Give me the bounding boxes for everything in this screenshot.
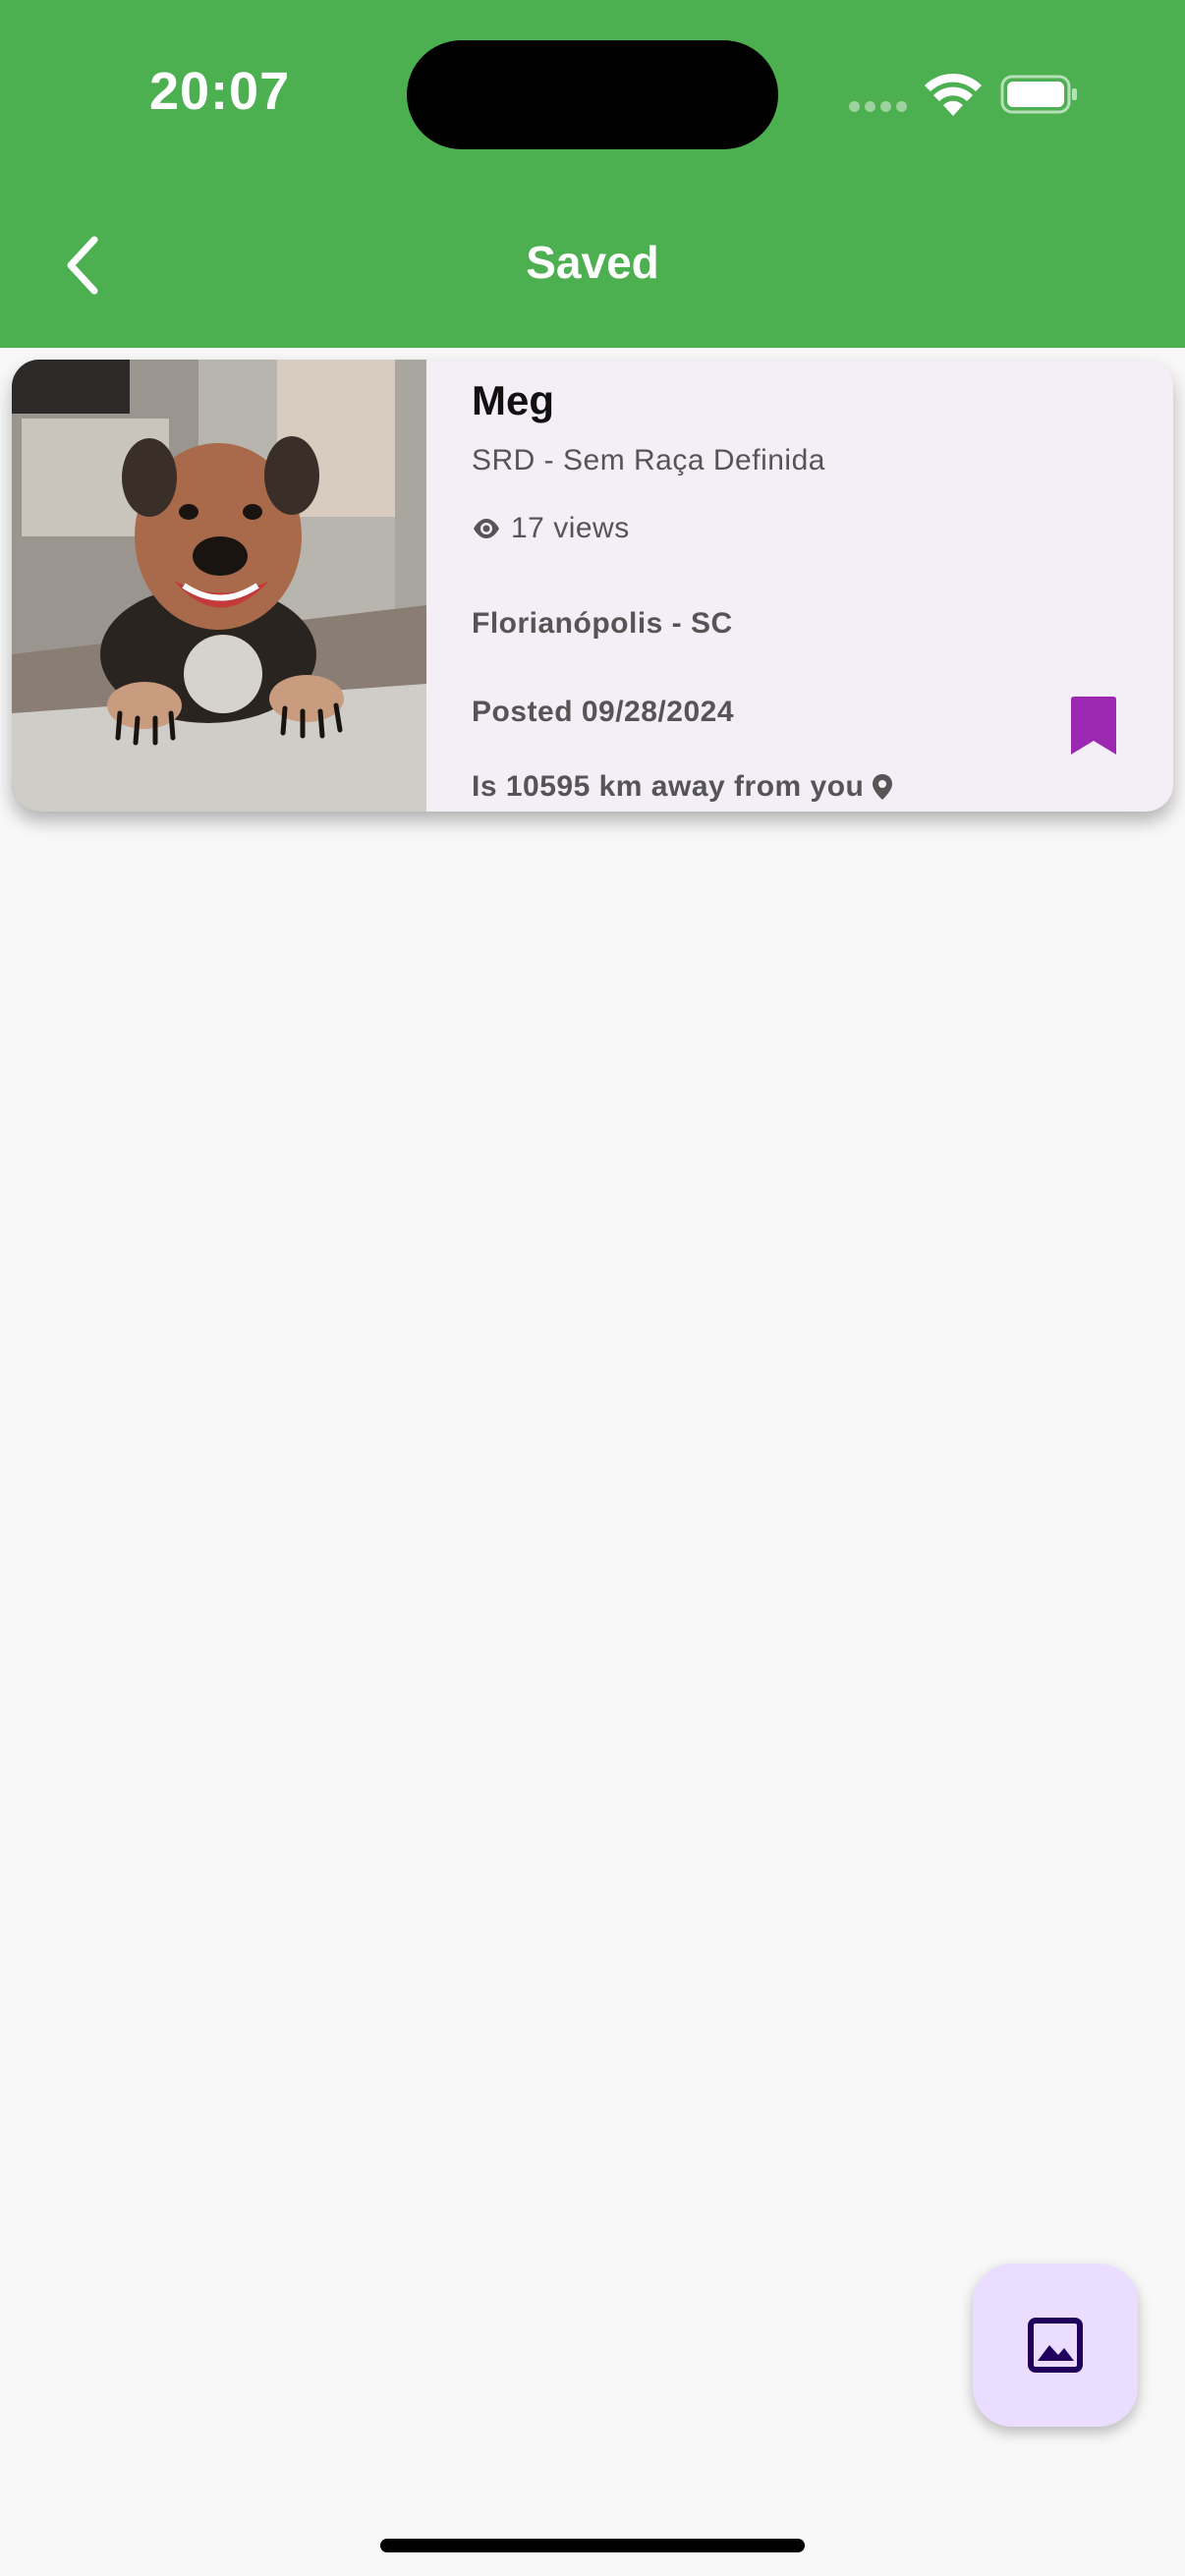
app-header: 20:07 Saved bbox=[0, 0, 1185, 348]
pet-photo bbox=[12, 360, 426, 812]
bookmark-button[interactable] bbox=[1055, 688, 1132, 764]
pet-info: Meg SRD - Sem Raça Definida 17 views Flo… bbox=[460, 360, 1138, 812]
pet-breed: SRD - Sem Raça Definida bbox=[472, 444, 825, 476]
pet-name: Meg bbox=[472, 377, 554, 423]
views-count: 17 views bbox=[472, 512, 630, 545]
eye-icon bbox=[474, 519, 499, 538]
cellular-signal-icon bbox=[849, 101, 908, 113]
wifi-icon bbox=[925, 73, 982, 116]
posted-date: Posted 09/28/2024 bbox=[472, 696, 735, 728]
views-label: 17 views bbox=[511, 512, 630, 544]
image-icon bbox=[1028, 2318, 1083, 2373]
bookmark-icon bbox=[1071, 697, 1116, 755]
home-indicator[interactable] bbox=[380, 2539, 805, 2552]
distance-label: Is 10595 km away from you bbox=[472, 770, 865, 803]
location-pin-icon bbox=[873, 774, 893, 800]
pet-location: Florianópolis - SC bbox=[472, 607, 733, 640]
distance: Is 10595 km away from you bbox=[472, 770, 893, 804]
status-time: 20:07 bbox=[149, 62, 291, 121]
page-title: Saved bbox=[526, 237, 659, 288]
battery-icon bbox=[1000, 75, 1077, 114]
dynamic-island bbox=[407, 40, 778, 149]
saved-pet-card[interactable]: Meg SRD - Sem Raça Definida 17 views Flo… bbox=[12, 360, 1173, 812]
add-image-fab[interactable] bbox=[973, 2264, 1138, 2427]
